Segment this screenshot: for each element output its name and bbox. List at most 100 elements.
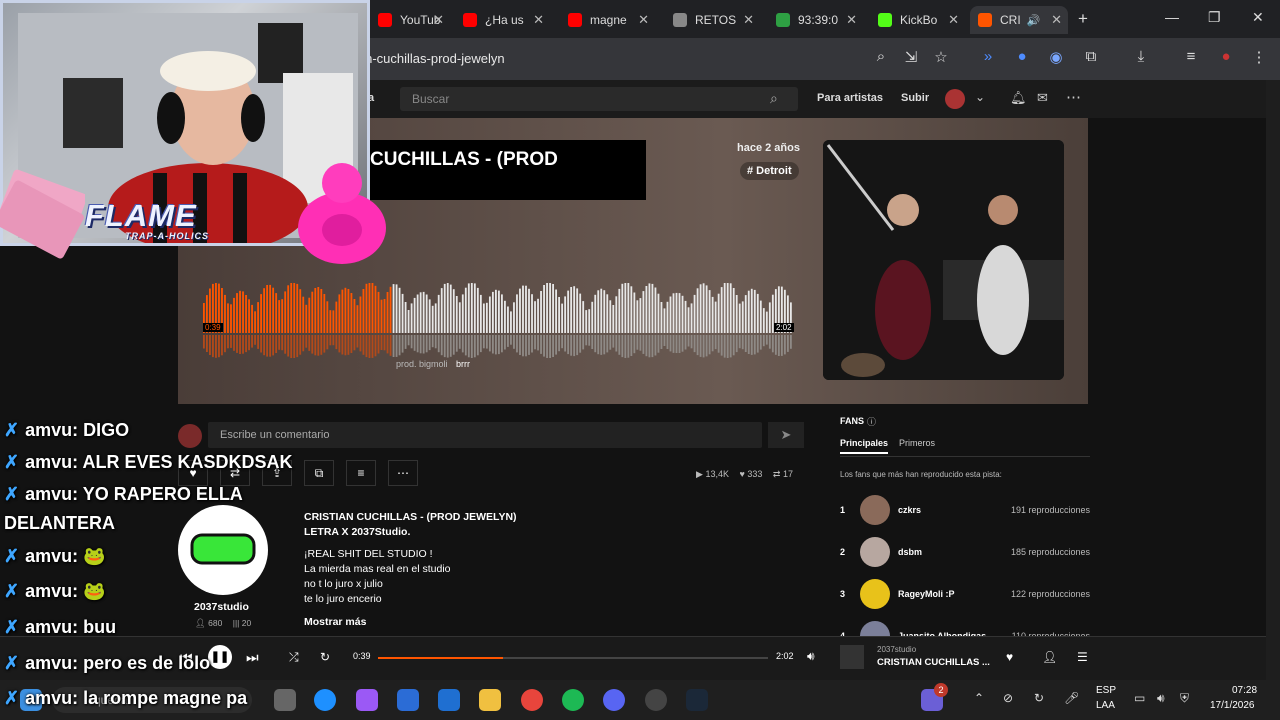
menu-dots-icon[interactable]: ⋮ [1248,48,1270,66]
shield-icon[interactable]: ⛨ [1180,691,1189,706]
edge-icon[interactable] [314,689,336,711]
close-icon[interactable]: ✕ [533,12,544,28]
fans-tab-first[interactable]: Primeros [899,438,935,448]
chat-username: amvu [25,617,73,637]
store-icon[interactable] [397,689,419,711]
now-playing-artist[interactable]: 2037studio [877,645,916,654]
clock-date[interactable]: 17/1/2026 [1210,700,1255,711]
minimize-button[interactable]: — [1165,9,1179,25]
display-icon[interactable]: ▭ [1134,691,1145,705]
waveform-bar [693,294,696,333]
speaker-icon[interactable]: 🔊 [1027,14,1041,27]
steam-icon[interactable] [686,689,708,711]
info-icon[interactable]: ⓘ [867,415,876,428]
window-close-button[interactable]: ✕ [1252,9,1264,26]
clock-time[interactable]: 07:28 [1232,685,1257,696]
close-icon[interactable]: ✕ [1051,12,1062,28]
mail-icon[interactable]: ✉ [1037,90,1048,106]
waveform-bar [272,287,275,333]
tab-soundcloud[interactable]: CRI 🔊 ✕ [970,6,1068,34]
close-icon[interactable]: ✕ [846,12,857,28]
volume-icon[interactable]: 🔊︎ [1157,691,1165,706]
download-icon[interactable]: ⤓ [1130,48,1152,65]
add-to-playlist-button[interactable]: ≡ [346,460,376,486]
tab-youtube-3[interactable]: magne ✕ [560,6,655,34]
wave-time-elapsed: 0:39 [203,323,223,332]
close-icon[interactable]: ✕ [743,12,754,28]
search-input[interactable]: Buscar [400,87,798,111]
send-comment-button[interactable]: ➤ [768,422,804,448]
bookmark-star-icon[interactable]: ☆ [930,48,952,66]
fan-row[interactable]: 1 czkrs 191 reproducciones [840,492,1090,528]
search-icon[interactable]: ⌕ [770,90,778,107]
extension-icon[interactable]: ● [1011,48,1033,65]
keyboard-layout[interactable]: LAA [1096,700,1115,711]
tag-chip[interactable]: # Detroit [740,162,799,180]
bell-icon[interactable]: 🔔︎ [1010,90,1027,106]
waveform-bar [338,294,341,333]
network-icon[interactable]: ⊘ [1003,691,1013,705]
profile-avatar[interactable]: ● [1215,48,1237,65]
waveform[interactable] [203,283,793,358]
language-code[interactable]: ESP [1096,685,1116,696]
fan-row[interactable]: 3 RageyMoli :P 122 reproducciones [840,576,1090,612]
waveform-reflection-bar [567,335,570,355]
upload-link[interactable]: Subir [901,92,929,104]
more-dots-icon[interactable]: ⋯ [1066,88,1081,106]
close-icon[interactable]: ✕ [948,12,959,28]
tab-youtube-2[interactable]: ¿Ha us ✕ [455,6,550,34]
repost-count: 17 [782,469,793,479]
zoom-icon[interactable]: ⌕ [870,48,892,65]
folder-icon[interactable] [479,689,501,711]
chevron-down-icon[interactable]: ⌄ [975,90,985,104]
more-actions-button[interactable]: ⋯ [388,460,418,486]
media-control-icon[interactable]: ≡ [1180,48,1202,65]
extension-icon[interactable]: » [977,48,999,65]
page-scrollbar[interactable] [1266,80,1280,680]
tab-label: 93:39:0 [798,13,839,27]
install-app-icon[interactable]: ⇲ [900,48,922,66]
queue-icon[interactable]: ☰ [1077,650,1088,664]
progress-bar[interactable] [378,657,768,659]
player-total: 2:02 [776,651,794,661]
new-tab-button[interactable]: + [1078,9,1088,29]
maximize-button[interactable]: ❐ [1208,9,1221,26]
waveform-bar [636,300,639,333]
spotify-icon[interactable] [562,689,584,711]
chrome-icon[interactable] [521,689,543,711]
close-icon[interactable]: ✕ [433,12,444,28]
obs-icon[interactable] [645,689,667,711]
tab-kickbot[interactable]: KickBo ✕ [870,6,965,34]
artwork-image [823,140,1064,380]
close-icon[interactable]: ✕ [638,12,649,28]
chevron-up-icon[interactable]: ⌃ [974,691,984,705]
waveform-bar [362,289,365,333]
comment-user[interactable]: prod. bigmoli [396,359,448,369]
copilot-icon[interactable] [356,689,378,711]
follow-icon[interactable]: 👤︎ [1042,650,1057,664]
heart-icon[interactable]: ♥ [1006,650,1013,664]
user-avatar[interactable] [945,89,965,109]
waveform-reflection-bar [642,335,645,354]
fans-tab-top[interactable]: Principales [840,438,889,454]
youtube-icon [378,13,392,27]
repeat-icon[interactable]: ↻ [320,650,330,664]
outlook-icon[interactable] [438,689,460,711]
refresh-icon[interactable]: ↻ [1034,691,1044,705]
now-playing-artwork[interactable] [840,645,864,669]
tab-youtube-1[interactable]: YouTub ✕ [370,6,450,34]
address-bar[interactable]: ian-cuchillas-prod-jewelyn [355,44,865,74]
microphone-icon[interactable]: 🎤︎ [1064,691,1079,705]
lens-icon[interactable]: ◉ [1045,48,1067,66]
tab-retos[interactable]: RETOS ✕ [665,6,760,34]
for-artists-link[interactable]: Para artistas [817,92,883,104]
tab-timer[interactable]: 93:39:0 ✕ [768,6,863,34]
now-playing-title[interactable]: CRISTIAN CUCHILLAS ... [877,657,990,668]
fan-row[interactable]: 2 dsbm 185 reproducciones [840,534,1090,570]
show-more-button[interactable]: Mostrar más [304,615,704,630]
waveform-reflection-bar [230,335,232,348]
volume-icon[interactable]: 🔊︎ [807,649,815,664]
discord-icon[interactable] [603,689,625,711]
extensions-puzzle-icon[interactable]: ⧉ [1080,48,1102,65]
track-artwork[interactable] [823,140,1064,380]
